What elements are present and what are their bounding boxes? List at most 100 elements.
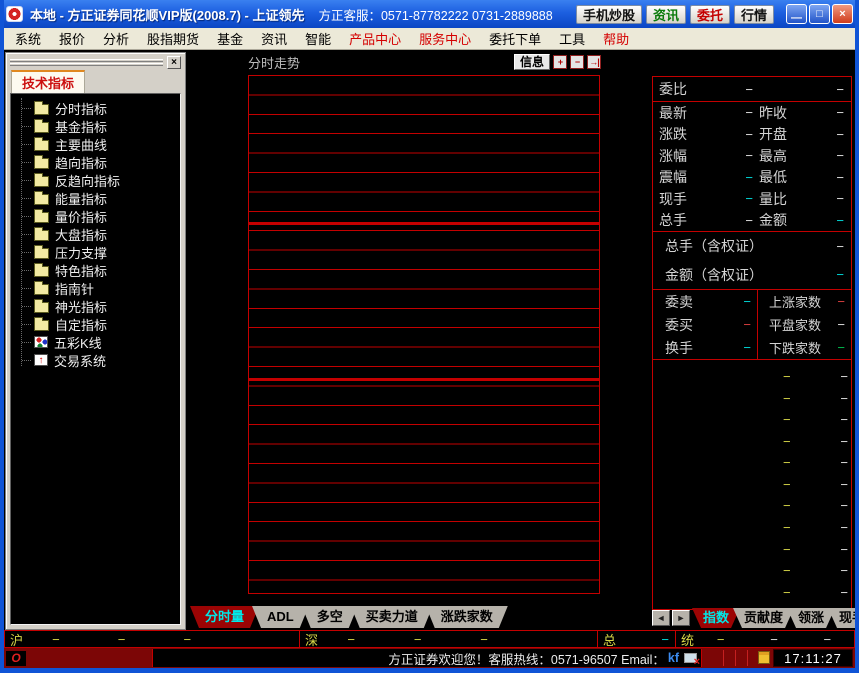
add-window-icon[interactable]: +: [553, 55, 567, 69]
tab-buy-sell-power[interactable]: 买卖力道: [351, 606, 433, 628]
order-row: 委买−: [653, 313, 757, 336]
tree-item-compass[interactable]: 指南针: [11, 279, 180, 297]
scroll-right-button[interactable]: ►: [672, 610, 690, 626]
warrant-row: 金额（含权证） −: [653, 261, 851, 290]
folder-icon: [34, 140, 49, 151]
folder-icon: [34, 158, 49, 169]
close-icon: ×: [839, 8, 845, 20]
chart-header: 分时走势 信息 + − →|: [248, 52, 601, 72]
folder-icon: [34, 248, 49, 259]
titlebar-quick-buttons: 手机炒股 资讯 委托 行情: [572, 5, 774, 24]
menu-analysis[interactable]: 分析: [94, 27, 138, 50]
tree-item-fund-indicators[interactable]: 基金指标: [11, 117, 180, 135]
menu-index-futures[interactable]: 股指期货: [138, 27, 208, 50]
list-item[interactable]: −−: [653, 372, 851, 382]
tree-item-market-indicators[interactable]: 大盘指标: [11, 225, 180, 243]
remove-window-icon[interactable]: −: [570, 55, 584, 69]
list-item[interactable]: −−: [653, 501, 851, 511]
tree-item-intraday-indicators[interactable]: 分时指标: [11, 99, 180, 117]
arrow-right-icon: ►: [677, 613, 686, 623]
chart-axis-line: [249, 378, 599, 381]
list-item[interactable]: −−: [653, 566, 851, 576]
tab-technical-indicators[interactable]: 技术指标: [11, 70, 85, 94]
window-title: 本地 - 方正证券同花顺VIP版(2008.7) - 上证领先: [30, 5, 304, 24]
trade-system-icon: [34, 354, 48, 366]
close-button[interactable]: ×: [832, 4, 853, 24]
tree-item-energy-indicators[interactable]: 能量指标: [11, 189, 180, 207]
menu-quotes[interactable]: 报价: [50, 27, 94, 50]
tree-item-main-curves[interactable]: 主要曲线: [11, 135, 180, 153]
tab-advance-decline[interactable]: 涨跌家数: [426, 606, 508, 628]
kline-chart-icon: [34, 336, 48, 348]
mobile-trading-button[interactable]: 手机炒股: [576, 5, 642, 24]
summary-shanghai: 沪 − − −: [4, 631, 300, 647]
drag-handle-icon: [10, 58, 163, 67]
app-logo-icon[interactable]: [6, 6, 23, 22]
list-item[interactable]: −−: [653, 393, 851, 403]
tab-contribution[interactable]: 贡献度: [733, 608, 794, 628]
menu-system[interactable]: 系统: [6, 27, 50, 50]
tab-long-short[interactable]: 多空: [302, 606, 358, 628]
statusbar: O 方正证券欢迎您！客服热线：0571-96507 Email： kf 17:1…: [0, 648, 859, 668]
tree-item-countertrend-indicators[interactable]: 反趋向指标: [11, 171, 180, 189]
menu-order-entry[interactable]: 委托下单: [480, 27, 550, 50]
tree-item-custom-indicators[interactable]: 自定指标: [11, 315, 180, 333]
message-icon[interactable]: [758, 651, 770, 664]
tab-adl[interactable]: ADL: [252, 606, 309, 628]
summary-shenzhen: 深 − − −: [300, 631, 598, 647]
tab-intraday-volume[interactable]: 分时量: [190, 606, 259, 628]
maximize-button[interactable]: □: [809, 4, 830, 24]
breadth-row: 平盘家数−: [758, 313, 851, 336]
list-item[interactable]: −−: [653, 436, 851, 446]
sidebar-close-button[interactable]: ×: [167, 56, 181, 69]
list-item[interactable]: −−: [653, 415, 851, 425]
minimize-button[interactable]: —: [786, 4, 807, 24]
tree-item-trade-system[interactable]: 交易系统: [11, 351, 180, 369]
tree-item-shenguang-indicators[interactable]: 神光指标: [11, 297, 180, 315]
jump-window-icon[interactable]: →|: [587, 55, 601, 69]
tab-index[interactable]: 指数: [692, 608, 740, 628]
tree-item-trend-indicators[interactable]: 趋向指标: [11, 153, 180, 171]
menu-smart[interactable]: 智能: [296, 27, 340, 50]
quote-row: 总手− 金额−: [653, 210, 851, 232]
folder-icon: [34, 284, 49, 295]
weibi-section: 委比 − −: [652, 76, 852, 102]
menu-tools[interactable]: 工具: [550, 27, 594, 50]
price-section: 最新− 昨收− 涨跌− 开盘− 涨幅− 最高− 震幅− 最低− 现手− 量比: [652, 102, 852, 232]
menu-service-center[interactable]: 服务中心: [410, 27, 480, 50]
tree-item-support-pressure[interactable]: 压力支撑: [11, 243, 180, 261]
list-item[interactable]: −−: [653, 479, 851, 489]
quotes-button[interactable]: 行情: [734, 5, 774, 24]
list-item[interactable]: −−: [653, 522, 851, 532]
list-item[interactable]: −−: [653, 458, 851, 468]
list-item[interactable]: −−: [653, 587, 851, 597]
intraday-chart-grid[interactable]: [248, 75, 600, 594]
market-summary-row: 沪 − − − 深 − − − 总 − 统 − − −: [4, 630, 855, 648]
folder-icon: [34, 212, 49, 223]
tree-item-special-indicators[interactable]: 特色指标: [11, 261, 180, 279]
weibi-label: 委比: [653, 79, 709, 99]
news-button[interactable]: 资讯: [646, 5, 686, 24]
list-item[interactable]: −−: [653, 544, 851, 554]
scroll-left-button[interactable]: ◄: [652, 610, 670, 626]
sidebar-grip[interactable]: ×: [8, 55, 183, 70]
indicator-tree: 分时指标 基金指标 主要曲线 趋向指标 反趋向指标 能量指标 量价指标 大盘指标…: [10, 93, 181, 625]
tab-current-volume[interactable]: 现手: [828, 608, 855, 628]
tree-item-volume-price-indicators[interactable]: 量价指标: [11, 207, 180, 225]
summary-total: 总 −: [598, 631, 676, 647]
breadth-row: 上涨家数−: [758, 290, 851, 313]
close-icon: ×: [171, 57, 177, 68]
tree-item-color-kline[interactable]: 五彩K线: [11, 333, 180, 351]
menu-news[interactable]: 资讯: [252, 27, 296, 50]
connection-status-icon[interactable]: [684, 653, 697, 663]
entrust-button[interactable]: 委托: [690, 5, 730, 24]
email-link[interactable]: kf: [668, 651, 679, 665]
menu-help[interactable]: 帮助: [594, 27, 638, 50]
folder-icon: [34, 266, 49, 277]
menu-product-center[interactable]: 产品中心: [340, 27, 410, 50]
tab-leading-gainers[interactable]: 领涨: [787, 608, 835, 628]
breadth-row: 下跌家数−: [758, 336, 851, 359]
panel-bottom-tabs: ◄ ► 指数 贡献度 领涨 现手: [652, 608, 855, 628]
menu-funds[interactable]: 基金: [208, 27, 252, 50]
info-button[interactable]: 信息: [514, 54, 550, 70]
